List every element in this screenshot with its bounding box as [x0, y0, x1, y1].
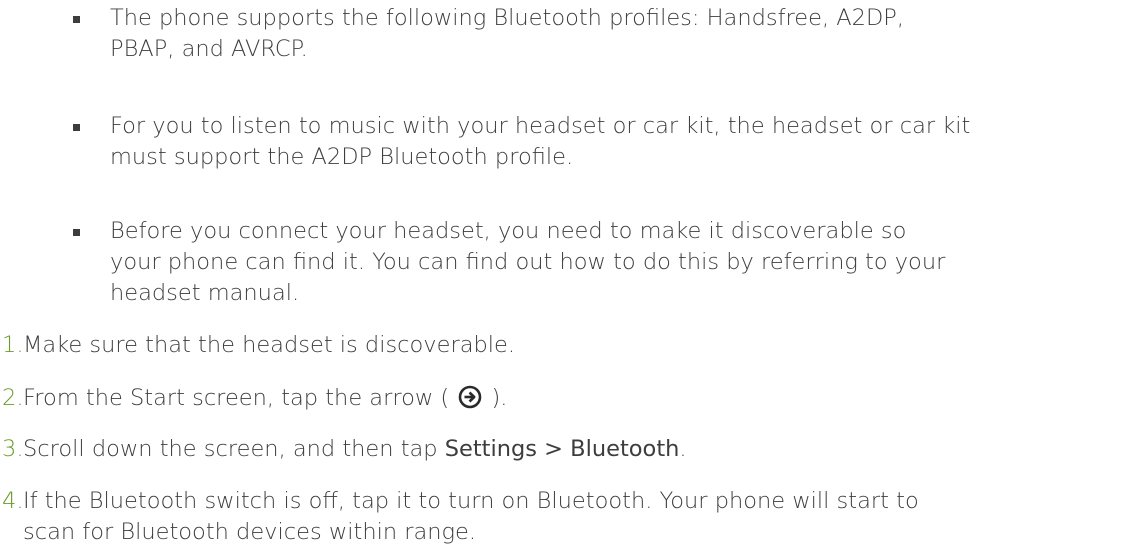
step-text: Scroll down the screen, and then tap Set… — [23, 434, 1113, 465]
step-text-after: ). — [491, 385, 508, 411]
step-text-after: . — [679, 436, 687, 462]
note-text: For you to listen to music with your hea… — [110, 113, 971, 170]
right-arrow-circle-icon — [458, 385, 482, 409]
note-text: The phone supports the following Bluetoo… — [110, 5, 905, 62]
step-number: 4. — [2, 488, 24, 514]
step-text-before: Scroll down the screen, and then tap — [23, 436, 445, 462]
step-text: Make sure that the headset is discoverab… — [23, 332, 516, 358]
step-text: If the Bluetooth switch is off, tap it t… — [23, 488, 919, 545]
step-text: From the Start screen, tap the arrow ( )… — [23, 383, 1113, 414]
bullet-square-icon — [73, 124, 80, 131]
bullet-square-icon — [73, 16, 80, 23]
note-text: Before you connect your headset, you nee… — [110, 218, 946, 306]
step-number: 2. — [2, 385, 24, 411]
step-text-before: From the Start screen, tap the arrow ( — [23, 385, 450, 411]
bullet-square-icon — [73, 229, 80, 236]
step-number: 3. — [2, 436, 24, 462]
step-number: 1. — [2, 332, 24, 358]
settings-bluetooth-path: Settings > Bluetooth — [444, 436, 680, 462]
document-page: The phone supports the following Bluetoo… — [0, 0, 1127, 545]
